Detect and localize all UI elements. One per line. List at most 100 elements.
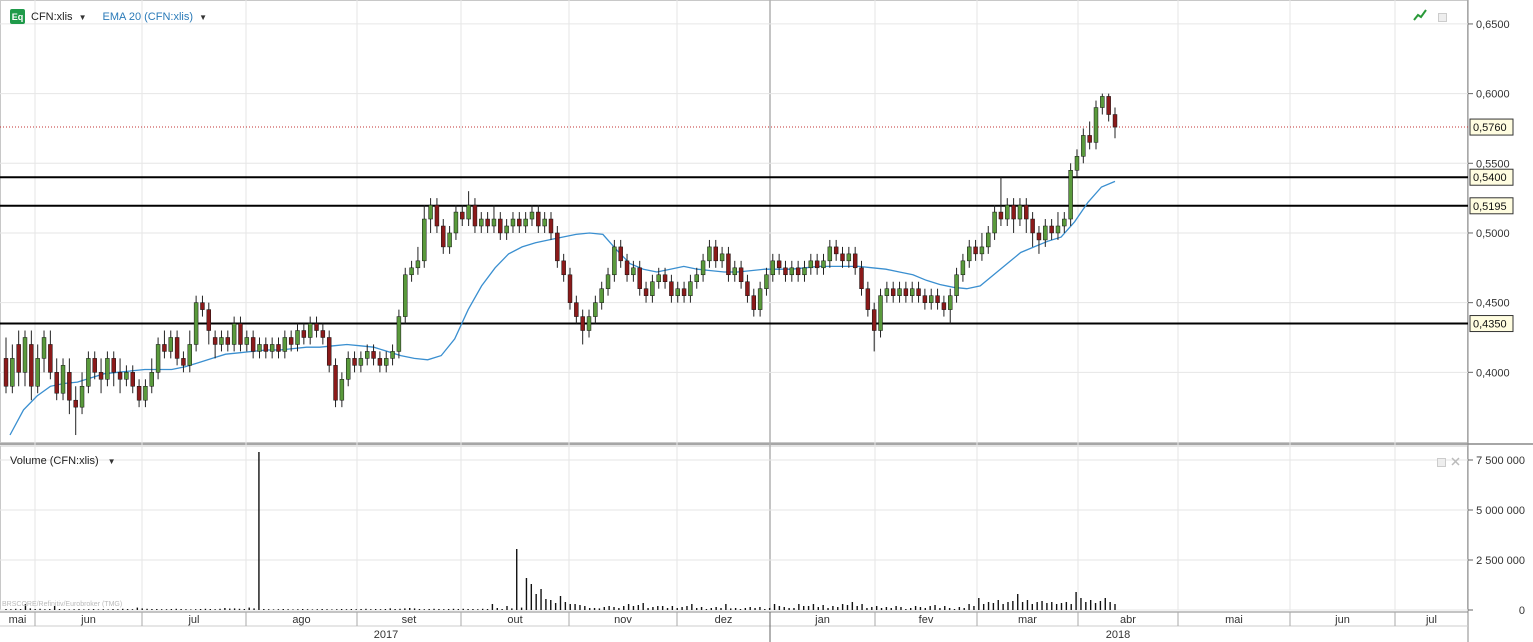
candle-body — [656, 274, 661, 282]
candle-body — [206, 309, 212, 331]
month-label: jul — [1425, 614, 1437, 626]
volume-pane-header[interactable]: Volume (CFN:xlis) ▼ — [10, 455, 116, 467]
candle-body — [73, 399, 78, 408]
candle-body — [903, 288, 909, 296]
candle-body — [751, 295, 756, 310]
candle-body — [1024, 204, 1029, 220]
candle-body — [3, 358, 9, 387]
candle-body — [491, 218, 497, 227]
candle-body — [54, 372, 59, 394]
candle-body — [890, 288, 896, 296]
candle-body — [415, 260, 421, 269]
candle-body — [909, 288, 915, 296]
candle-body — [466, 204, 471, 220]
candle-body — [98, 372, 104, 380]
candle-body — [517, 218, 522, 227]
candle-body — [136, 386, 142, 401]
candle-body — [1043, 225, 1048, 241]
candle-body — [358, 358, 364, 366]
candle-body — [225, 337, 231, 345]
candlestick-series — [3, 93, 1118, 436]
candle-body — [1068, 170, 1073, 220]
candle-body — [916, 288, 921, 296]
candle-body — [529, 211, 535, 220]
symbol-label: CFN:xlis — [31, 10, 73, 23]
volume-tick-label: 0 — [1519, 605, 1525, 617]
candle-body — [219, 337, 224, 345]
candle-body — [193, 302, 199, 345]
price-tick-label: 0,6000 — [1476, 89, 1510, 101]
candle-body — [105, 358, 110, 380]
candle-body — [498, 218, 503, 234]
candle-body — [16, 344, 21, 373]
candle-body — [713, 246, 718, 262]
candle-body — [460, 211, 465, 220]
candle-body — [10, 358, 15, 387]
candle-body — [599, 288, 604, 303]
indicator-label: EMA 20 (CFN:xlis) — [102, 10, 194, 23]
candle-body — [707, 246, 712, 262]
candle-body — [295, 330, 300, 345]
candle-body — [871, 309, 877, 331]
candle-body — [555, 232, 560, 262]
price-label-text: 0,5400 — [1473, 172, 1507, 184]
data-source-watermark: BRSCORE/Refinitiv/Eurobroker (TMG) — [2, 601, 123, 608]
candle-body — [396, 316, 402, 352]
candle-body — [1112, 114, 1118, 128]
symbol-selector[interactable]: CFN:xlis ▼ — [31, 11, 87, 23]
candle-body — [567, 274, 573, 303]
candle-body — [612, 246, 617, 276]
candle-body — [1030, 218, 1035, 234]
indicator-selector[interactable]: EMA 20 (CFN:xlis) ▼ — [103, 11, 207, 23]
candle-body — [212, 337, 218, 345]
candle-body — [371, 351, 376, 359]
candle-body — [29, 344, 34, 387]
pane-settings-icon[interactable] — [1437, 456, 1446, 470]
candle-body — [504, 225, 509, 234]
candle-body — [149, 372, 154, 387]
candle-body — [1049, 225, 1054, 234]
candle-body — [840, 253, 845, 262]
candle-body — [187, 344, 192, 366]
candle-body — [757, 288, 763, 310]
maximize-icon[interactable] — [1438, 11, 1447, 25]
candle-body — [986, 232, 991, 248]
candle-body — [1093, 107, 1099, 143]
candle-body — [878, 295, 883, 331]
month-label: abr — [1120, 614, 1136, 626]
candle-body — [776, 260, 782, 269]
candle-body — [586, 316, 592, 331]
candle-body — [143, 386, 148, 401]
candle-body — [269, 344, 275, 352]
candle-body — [859, 267, 864, 289]
candle-body — [979, 246, 985, 255]
candle-body — [1062, 218, 1067, 227]
candle-body — [732, 267, 737, 276]
chevron-down-icon: ▼ — [78, 12, 87, 22]
month-label: jul — [187, 614, 199, 626]
chart-type-icon[interactable] — [1413, 9, 1427, 24]
month-label: mai — [1225, 614, 1243, 626]
candle-body — [479, 218, 484, 227]
candle-body — [1055, 225, 1061, 234]
chevron-down-icon: ▼ — [199, 12, 207, 22]
close-pane-icon[interactable] — [1451, 455, 1460, 469]
candle-body — [377, 358, 383, 366]
price-tick-label: 0,5500 — [1476, 158, 1510, 170]
grid-lines — [0, 0, 1533, 642]
candle-body — [992, 211, 997, 234]
chart-canvas: 0,4000 0,4500 0,5000 0,5500 0,6000 0,6500 0 2 … — [0, 0, 1533, 642]
candle-body — [675, 288, 680, 296]
candle-body — [821, 260, 826, 269]
candle-body — [561, 260, 566, 276]
price-pane-frame — [0, 0, 1468, 443]
candle-body — [846, 253, 852, 262]
candle-body — [409, 267, 414, 276]
candle-body — [1081, 135, 1086, 157]
candle-body — [276, 344, 281, 352]
candle-body — [41, 337, 47, 359]
candle-body — [48, 344, 53, 373]
candle-body — [897, 288, 902, 296]
time-axis: mai jun jul ago set out nov dez jan fev mar abr mai j… — [9, 612, 1437, 642]
candle-body — [117, 372, 123, 380]
